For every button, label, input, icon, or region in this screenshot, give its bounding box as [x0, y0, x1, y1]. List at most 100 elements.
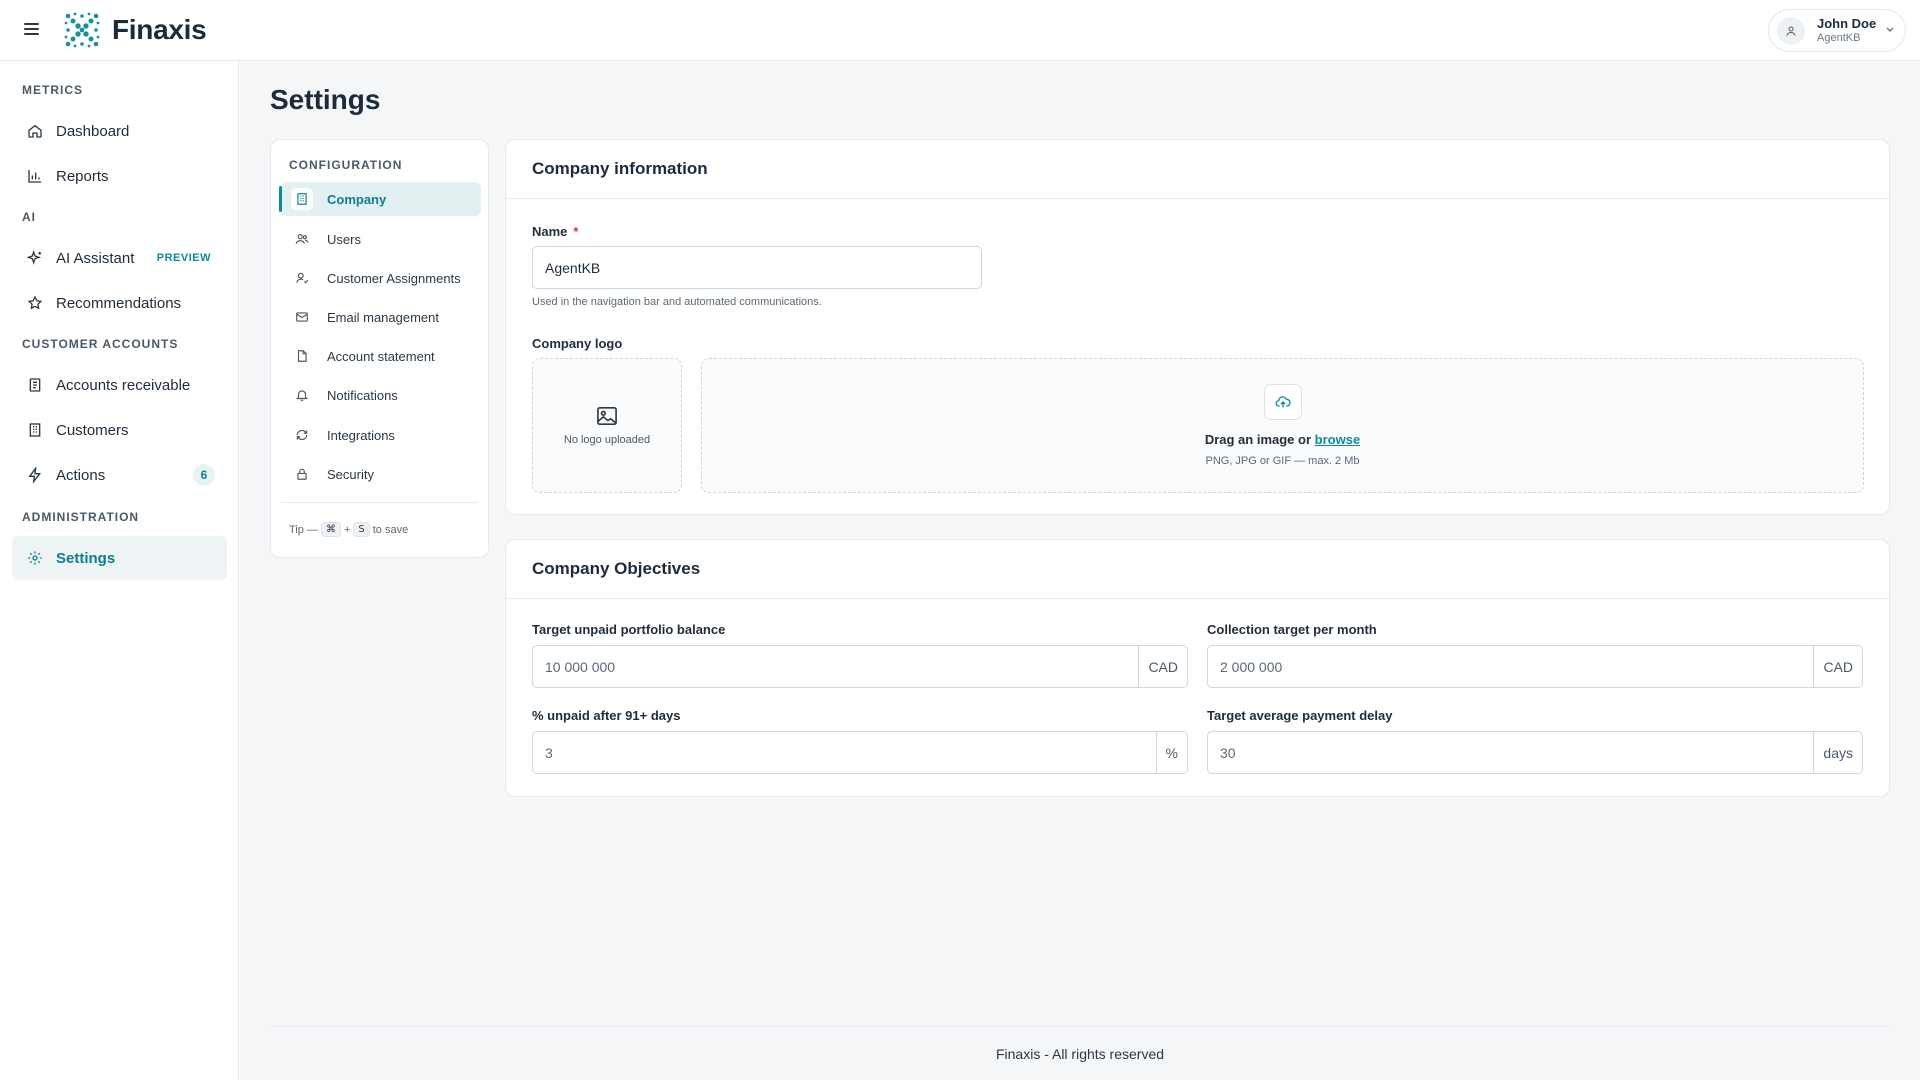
user-name: John Doe	[1817, 15, 1877, 31]
currency-addon: CAD	[1138, 646, 1187, 687]
footer-text: Finaxis - All rights reserved	[995, 1046, 1165, 1062]
config-item-integrations[interactable]: Integrations	[281, 418, 481, 452]
lightning-icon	[26, 466, 44, 484]
sidebar-item-accounts-receivable[interactable]: Accounts receivable	[12, 363, 227, 407]
sidebar: METRICS Dashboard Reports AI AI Assistan…	[0, 61, 239, 1080]
brand[interactable]: Finaxis	[62, 10, 207, 50]
unpaid-percent-input[interactable]: 3 %	[532, 731, 1188, 774]
lock-icon	[291, 463, 313, 485]
top-bar: Finaxis John Doe AgentKB	[0, 0, 1920, 61]
config-item-notifications[interactable]: Notifications	[281, 378, 481, 412]
collection-target-input[interactable]: 2 000 000 CAD	[1207, 645, 1863, 688]
input-value[interactable]: 3	[533, 732, 1156, 773]
sidebar-item-actions[interactable]: Actions 6	[12, 453, 227, 497]
building-icon	[26, 421, 44, 439]
name-label: Name *	[532, 224, 578, 239]
company-name-input[interactable]: AgentKB	[532, 246, 982, 289]
sparkles-icon	[26, 249, 44, 267]
finaxis-logo-icon	[64, 12, 100, 48]
user-assign-icon	[291, 267, 313, 289]
target-balance-input[interactable]: 10 000 000 CAD	[532, 645, 1188, 688]
configuration-menu: CONFIGURATION Company Users Customer Ass…	[270, 139, 489, 558]
footer-divider	[270, 1026, 1890, 1027]
config-heading: CONFIGURATION	[289, 158, 403, 172]
config-item-security[interactable]: Security	[281, 457, 481, 491]
gear-icon	[26, 549, 44, 567]
drop-format-hint: PNG, JPG or GIF — max. 2 Mb	[1205, 455, 1360, 467]
percent-addon: %	[1155, 732, 1187, 773]
refresh-icon	[291, 424, 313, 446]
save-shortcut-tip: Tip — ⌘ + S to save	[289, 522, 408, 537]
user-menu[interactable]: John Doe AgentKB	[1768, 9, 1906, 52]
card-title: Company information	[506, 140, 1889, 199]
config-item-label: Security	[327, 466, 374, 482]
section-customer-accounts: CUSTOMER ACCOUNTS	[22, 337, 179, 351]
sidebar-item-label: Dashboard	[56, 122, 130, 140]
menu-toggle-icon[interactable]	[22, 20, 42, 40]
page-title: Settings	[270, 84, 381, 115]
tip-plus: +	[343, 523, 351, 536]
input-value[interactable]: 2 000 000	[1208, 646, 1813, 687]
drop-text: Drag an image or	[1204, 432, 1312, 447]
divider	[281, 502, 478, 503]
command-key: ⌘	[320, 522, 341, 537]
config-item-users[interactable]: Users	[281, 222, 481, 256]
sidebar-item-label: AI Assistant	[56, 249, 135, 267]
name-helper-text: Used in the navigation bar and automated…	[532, 296, 822, 308]
user-org: AgentKB	[1817, 31, 1861, 44]
receipt-icon	[26, 376, 44, 394]
company-objectives-card: Company Objectives Target unpaid portfol…	[505, 539, 1890, 797]
company-logo-label: Company logo	[532, 336, 623, 351]
users-icon	[291, 228, 313, 250]
sidebar-item-recommendations[interactable]: Recommendations	[12, 281, 227, 325]
star-icon	[26, 294, 44, 312]
sidebar-item-label: Settings	[56, 549, 116, 567]
config-item-email-management[interactable]: Email management	[281, 300, 481, 334]
sidebar-item-label: Recommendations	[56, 294, 182, 312]
sidebar-item-ai-assistant[interactable]: AI Assistant PREVIEW	[12, 236, 227, 280]
required-mark: *	[573, 224, 579, 239]
unpaid-percent-label: % unpaid after 91+ days	[532, 708, 681, 723]
drop-title: Drag an image or browse	[1205, 432, 1360, 447]
mail-icon	[291, 306, 313, 328]
logo-preview: No logo uploaded	[532, 358, 682, 493]
home-icon	[26, 122, 44, 140]
sidebar-item-label: Customers	[56, 421, 129, 439]
bar-chart-icon	[26, 167, 44, 185]
config-item-account-statement[interactable]: Account statement	[281, 339, 481, 373]
section-metrics: METRICS	[22, 83, 83, 97]
sidebar-item-reports[interactable]: Reports	[12, 154, 227, 198]
preview-badge: PREVIEW	[156, 252, 211, 264]
config-item-label: Account statement	[327, 348, 435, 364]
browse-link[interactable]: browse	[1315, 432, 1361, 447]
section-ai: AI	[22, 210, 36, 224]
payment-delay-label: Target average payment delay	[1207, 708, 1393, 723]
sidebar-item-label: Reports	[56, 167, 109, 185]
config-item-label: Email management	[327, 309, 439, 325]
config-item-label: Integrations	[327, 427, 395, 443]
config-item-label: Users	[327, 231, 361, 247]
sidebar-item-settings[interactable]: Settings	[12, 536, 227, 580]
sidebar-item-dashboard[interactable]: Dashboard	[12, 109, 227, 153]
input-value[interactable]: 30	[1208, 732, 1813, 773]
card-title: Company Objectives	[506, 540, 1889, 599]
chevron-down-icon	[1886, 27, 1894, 32]
company-information-card: Company information Name * AgentKB Used i…	[505, 139, 1890, 515]
logo-drop-zone[interactable]: Drag an image or browse PNG, JPG or GIF …	[701, 358, 1864, 493]
bell-icon	[291, 384, 313, 406]
config-item-customer-assignments[interactable]: Customer Assignments	[281, 261, 481, 295]
config-item-label: Notifications	[327, 387, 398, 403]
days-addon: days	[1813, 732, 1862, 773]
sidebar-item-customers[interactable]: Customers	[12, 408, 227, 452]
actions-count-badge: 6	[193, 464, 215, 486]
brand-name: Finaxis	[112, 14, 207, 45]
config-item-company[interactable]: Company	[279, 182, 481, 216]
user-avatar-icon	[1777, 16, 1805, 45]
currency-addon: CAD	[1813, 646, 1862, 687]
payment-delay-input[interactable]: 30 days	[1207, 731, 1863, 774]
input-value[interactable]: 10 000 000	[533, 646, 1138, 687]
tip-suffix: to save	[372, 523, 409, 536]
collection-target-label: Collection target per month	[1207, 622, 1377, 637]
s-key: S	[353, 522, 370, 537]
image-icon	[597, 406, 617, 425]
